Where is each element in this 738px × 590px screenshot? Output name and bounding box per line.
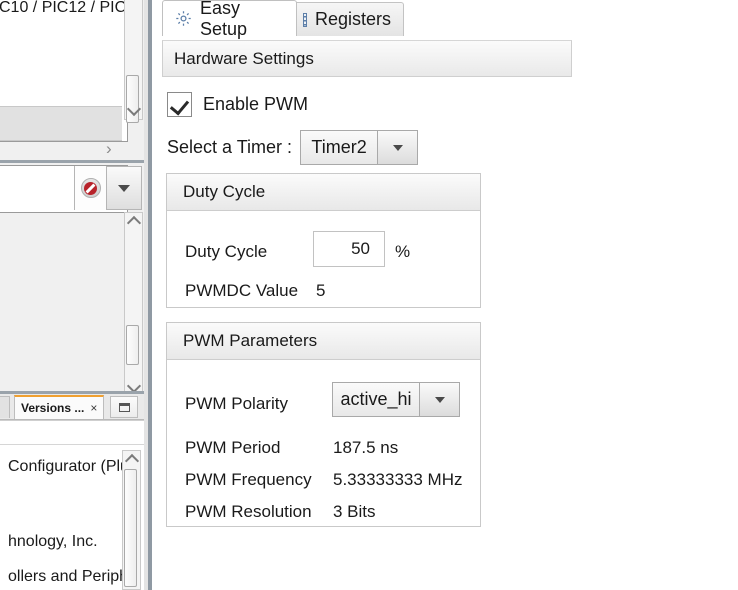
- resource-dropdown-button[interactable]: [106, 166, 142, 210]
- horizontal-splitter[interactable]: [0, 160, 150, 163]
- close-icon[interactable]: ×: [90, 401, 97, 415]
- scrollbar-thumb[interactable]: [124, 469, 137, 587]
- chevron-down-icon: [393, 145, 403, 151]
- tab-versions[interactable]: Versions ... ×: [14, 395, 104, 419]
- scrollbar-down-arrow[interactable]: [125, 102, 142, 119]
- pwm-frequency-value: 5.33333333 MHz: [333, 470, 462, 490]
- pwm-resolution-value: 3 Bits: [333, 502, 376, 522]
- hardware-settings-title: Hardware Settings: [174, 49, 314, 69]
- version-line-1: Configurator (Plu: [8, 458, 129, 476]
- duty-cycle-label: Duty Cycle: [185, 242, 267, 262]
- select-timer-label: Select a Timer :: [167, 137, 292, 158]
- pwm-resolution-label: PWM Resolution: [185, 502, 312, 522]
- versions-scrollbar[interactable]: [122, 450, 141, 590]
- expand-right-chevron[interactable]: ›: [106, 140, 112, 157]
- tab-easy-setup[interactable]: Easy Setup: [162, 0, 297, 36]
- prohibited-button[interactable]: [74, 166, 106, 210]
- select-timer-row: Select a Timer : Timer2: [167, 130, 418, 165]
- output-tab-partial[interactable]: [0, 396, 10, 418]
- pwm-polarity-combo[interactable]: active_hi: [332, 382, 460, 417]
- chevron-down-icon: [435, 397, 445, 403]
- duty-cycle-unit: %: [395, 242, 410, 262]
- device-family-text: C10 / PIC12 / PIC: [0, 0, 126, 17]
- minimize-panel-button[interactable]: [110, 396, 138, 418]
- pwm-period-label: PWM Period: [185, 438, 280, 458]
- pwm-polarity-label: PWM Polarity: [185, 394, 288, 414]
- duty-cycle-input[interactable]: 50: [313, 231, 385, 267]
- tab-bar: Registers Easy Setup: [152, 0, 572, 36]
- device-list-selected-row[interactable]: [0, 106, 122, 141]
- pwm-parameters-group: PWM Parameters PWM Polarity active_hi PW…: [166, 322, 481, 527]
- versions-separator: [0, 444, 150, 445]
- select-timer-combo[interactable]: Timer2: [300, 130, 418, 165]
- hardware-settings-header: Hardware Settings: [162, 40, 572, 77]
- prohibited-icon: [81, 178, 101, 198]
- scrollbar-up-arrow[interactable]: [125, 213, 142, 230]
- chevron-down-icon: [118, 185, 130, 192]
- pwm-parameters-group-title: PWM Parameters: [167, 323, 480, 360]
- left-panel: C10 / PIC12 / PIC ›: [0, 0, 150, 590]
- chevron-down-icon: [126, 102, 140, 116]
- pwmdc-value-label: PWMDC Value: [185, 281, 298, 301]
- tab-easy-setup-label: Easy Setup: [200, 0, 284, 40]
- pwm-polarity-dropdown-arrow[interactable]: [420, 382, 460, 417]
- tab-registers[interactable]: Registers: [290, 2, 404, 36]
- select-timer-value[interactable]: Timer2: [300, 130, 378, 165]
- gear-icon: [175, 10, 192, 27]
- duty-cycle-group-title: Duty Cycle: [167, 174, 480, 211]
- pwm-frequency-label: PWM Frequency: [185, 470, 312, 490]
- pwm-period-value: 187.5 ns: [333, 438, 398, 458]
- chevron-up-icon: [126, 216, 140, 230]
- scrollbar-thumb[interactable]: [126, 325, 139, 365]
- chevron-up-icon: [124, 454, 138, 468]
- tab-registers-label: Registers: [315, 9, 391, 30]
- enable-pwm-row[interactable]: Enable PWM: [167, 92, 308, 117]
- main-panel: Registers Easy Setup Hardware Settings E…: [152, 0, 738, 590]
- device-list-scrollbar[interactable]: [124, 0, 143, 120]
- resource-tree-scrollbar[interactable]: [124, 212, 143, 397]
- pwmdc-value: 5: [316, 281, 325, 301]
- scrollbar-up-arrow[interactable]: [123, 451, 140, 468]
- select-timer-dropdown-arrow[interactable]: [378, 130, 418, 165]
- duty-cycle-group: Duty Cycle Duty Cycle 50 % PWMDC Value 5: [166, 173, 481, 308]
- minimize-icon: [119, 403, 130, 412]
- output-tab-strip: Versions ... ×: [0, 394, 150, 420]
- enable-pwm-checkbox[interactable]: [167, 92, 192, 117]
- app-window: C10 / PIC12 / PIC ›: [0, 0, 738, 590]
- tab-versions-label: Versions ...: [21, 401, 84, 415]
- pwm-polarity-value[interactable]: active_hi: [332, 382, 420, 417]
- version-line-2: hnology, Inc.: [8, 533, 98, 551]
- version-line-3: ollers and Periph: [8, 568, 128, 586]
- enable-pwm-label: Enable PWM: [203, 94, 308, 115]
- registers-icon: [303, 13, 307, 27]
